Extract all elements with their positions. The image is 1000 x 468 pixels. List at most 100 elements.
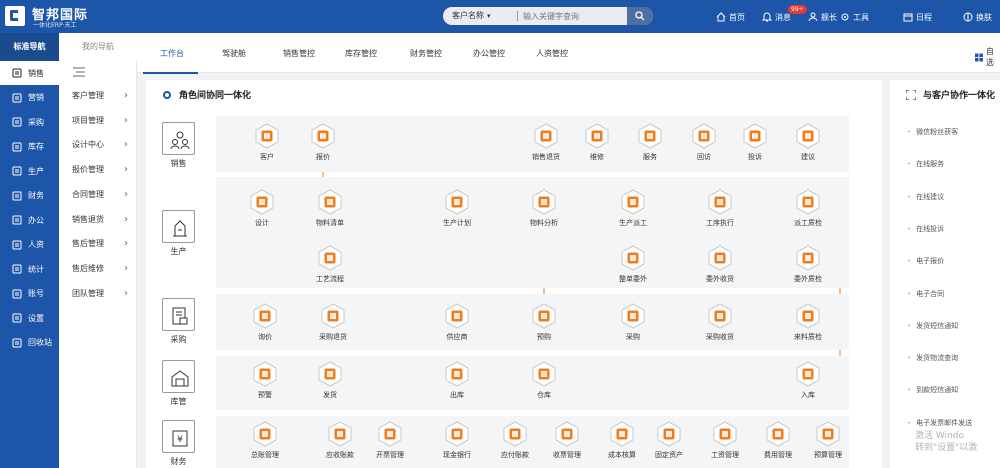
- sidebar-item-10[interactable]: 设置: [0, 306, 59, 330]
- node-warehouse-0[interactable]: [252, 361, 278, 387]
- role-card-2[interactable]: [162, 298, 195, 331]
- node-finance-7[interactable]: [656, 421, 682, 447]
- role-card-1[interactable]: [162, 210, 195, 243]
- sidebar-item-0[interactable]: 销售: [0, 61, 59, 85]
- collab-item-5[interactable]: 电子合同: [907, 289, 944, 299]
- collab-item-0[interactable]: 微信粉丝获客: [907, 127, 958, 137]
- tab-4[interactable]: 财务管控: [410, 48, 442, 59]
- collab-item-4[interactable]: 电子报价: [907, 256, 944, 266]
- collab-item-3[interactable]: 在线投诉: [907, 224, 944, 234]
- sidebar-item-8[interactable]: 统计: [0, 257, 59, 281]
- sidebar-item-4[interactable]: 生产: [0, 159, 59, 183]
- tab-my-nav[interactable]: 我的导航: [59, 33, 137, 61]
- chart-icon: [12, 93, 22, 102]
- sidebar-item-11[interactable]: 回收站: [0, 331, 59, 355]
- node-sales-7[interactable]: [795, 123, 821, 149]
- node-production-5[interactable]: [707, 189, 733, 215]
- submenu-item-0[interactable]: 客户管理 ›: [59, 84, 137, 108]
- node-finance-4[interactable]: [502, 421, 528, 447]
- tab-1[interactable]: 驾驶舱: [222, 48, 246, 59]
- submenu-item-2[interactable]: 设计中心 ›: [59, 133, 137, 157]
- submenu-item-8[interactable]: 团队管理 ›: [59, 282, 137, 306]
- node-production-7[interactable]: [317, 245, 343, 271]
- node-purchase-4[interactable]: [620, 303, 646, 329]
- collab-item-6[interactable]: 发货短信通知: [907, 321, 958, 331]
- node-production-9[interactable]: [707, 245, 733, 271]
- sidebar-item-3[interactable]: 库存: [0, 135, 59, 159]
- node-finance-3[interactable]: [444, 421, 470, 447]
- submenu-item-1[interactable]: 项目管理 ›: [59, 109, 137, 133]
- topnav-calendar[interactable]: 日程: [903, 10, 932, 24]
- node-sales-6[interactable]: [742, 123, 768, 149]
- sidebar-item-6[interactable]: 办公: [0, 208, 59, 232]
- tab-3[interactable]: 库存管控: [345, 48, 377, 59]
- node-purchase-0[interactable]: [252, 303, 278, 329]
- node-production-1[interactable]: [317, 189, 343, 215]
- node-warehouse-2[interactable]: [444, 361, 470, 387]
- node-finance-2[interactable]: [377, 421, 403, 447]
- tab-5[interactable]: 办公管控: [473, 48, 505, 59]
- node-production-6[interactable]: [795, 189, 821, 215]
- role-card-4[interactable]: ¥: [162, 420, 195, 453]
- node-warehouse-3[interactable]: [531, 361, 557, 387]
- role-card-0[interactable]: [162, 122, 195, 155]
- node-purchase-3[interactable]: [531, 303, 557, 329]
- node-sales-4[interactable]: [637, 123, 663, 149]
- node-sales-3[interactable]: [584, 123, 610, 149]
- node-finance-6[interactable]: [609, 421, 635, 447]
- node-warehouse-1[interactable]: [317, 361, 343, 387]
- topnav-tools[interactable]: 工具: [840, 10, 869, 24]
- sidebar-item-5[interactable]: 财务: [0, 184, 59, 208]
- topnav-home[interactable]: 首页: [716, 10, 745, 24]
- node-sales-5[interactable]: [691, 123, 717, 149]
- tab-2[interactable]: 销售管控: [283, 48, 315, 59]
- node-warehouse-4[interactable]: [795, 361, 821, 387]
- node-purchase-2[interactable]: [444, 303, 470, 329]
- node-finance-10[interactable]: [815, 421, 841, 447]
- submenu-item-7[interactable]: 售后维修 ›: [59, 257, 137, 281]
- submenu-item-4[interactable]: 合同管理 ›: [59, 183, 137, 207]
- collab-item-8[interactable]: 到款短信通知: [907, 385, 958, 395]
- node-production-0[interactable]: [249, 189, 275, 215]
- node-production-2[interactable]: [444, 189, 470, 215]
- custom-select-button[interactable]: 自选: [975, 46, 1000, 68]
- submenu-item-5[interactable]: 销售退货 ›: [59, 208, 137, 232]
- sidebar-item-9[interactable]: 账号: [0, 282, 59, 306]
- node-sales-1[interactable]: [310, 123, 336, 149]
- collab-item-7[interactable]: 发货物流查询: [907, 353, 958, 363]
- submenu-item-6[interactable]: 售后管理 ›: [59, 232, 137, 256]
- sidebar-item-label: 营销: [28, 93, 44, 102]
- collab-item-1[interactable]: 在线服务: [907, 159, 944, 169]
- collab-item-9[interactable]: 电子发票邮件发送: [907, 418, 972, 428]
- topnav-switch[interactable]: 换肤: [963, 10, 992, 24]
- node-production-8[interactable]: [620, 245, 646, 271]
- node-production-4[interactable]: [620, 189, 646, 215]
- node-production-10[interactable]: [795, 245, 821, 271]
- node-sales-0[interactable]: [254, 123, 280, 149]
- topnav-bell[interactable]: 消息: [762, 10, 791, 24]
- sidebar-item-1[interactable]: 营销: [0, 86, 59, 110]
- search-type-select[interactable]: 客户名称 ▾: [452, 10, 491, 21]
- node-purchase-1[interactable]: [320, 303, 346, 329]
- search-input[interactable]: [523, 9, 623, 23]
- node-production-3[interactable]: [531, 189, 557, 215]
- submenu-item-3[interactable]: 报价管理 ›: [59, 158, 137, 182]
- node-finance-8[interactable]: [712, 421, 738, 447]
- node-finance-1[interactable]: [327, 421, 353, 447]
- tab-standard-nav[interactable]: 标准导航: [0, 33, 59, 61]
- sidebar-item-2[interactable]: 采购: [0, 110, 59, 134]
- node-finance-9[interactable]: [765, 421, 791, 447]
- tab-6[interactable]: 人资管控: [536, 48, 568, 59]
- tab-0[interactable]: 工作台: [160, 48, 184, 59]
- node-sales-2[interactable]: [533, 123, 559, 149]
- node-finance-0[interactable]: [252, 421, 278, 447]
- topnav-user[interactable]: 舰长: [808, 10, 837, 24]
- role-card-3[interactable]: [162, 360, 195, 393]
- sidebar-item-7[interactable]: 人资: [0, 233, 59, 257]
- search-button[interactable]: [627, 7, 653, 25]
- menu-toggle-icon[interactable]: [73, 67, 85, 77]
- node-purchase-5[interactable]: [707, 303, 733, 329]
- node-finance-5[interactable]: [554, 421, 580, 447]
- collab-item-2[interactable]: 在线建议: [907, 192, 944, 202]
- node-purchase-6[interactable]: [795, 303, 821, 329]
